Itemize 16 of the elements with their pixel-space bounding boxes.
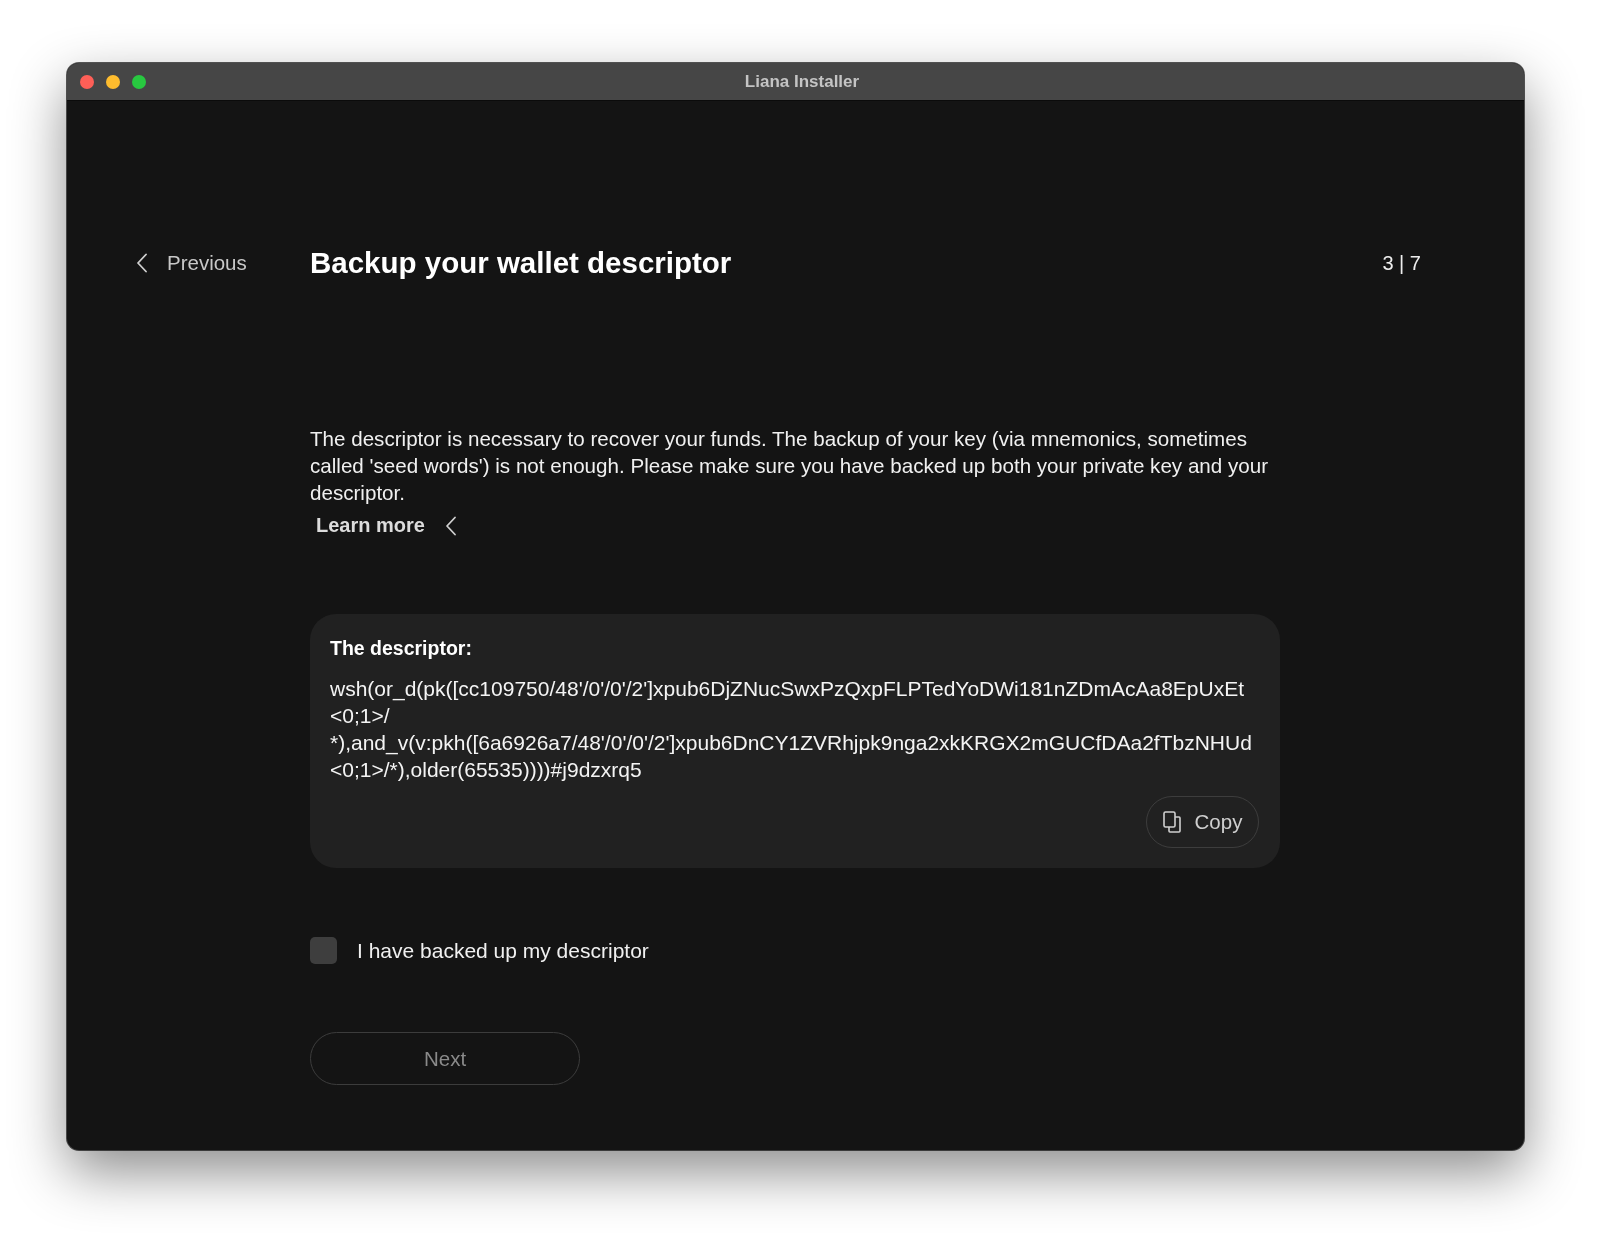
checkbox-label: I have backed up my descriptor [357, 938, 649, 963]
intro-paragraph: The descriptor is necessary to recover your funds. The backup of your key (via mnemonics, sometimes called 'seed words') is not enough. Please make sure you have backed up both your private key and your descriptor. [310, 426, 1270, 506]
window-title: Liana Installer [744, 71, 860, 92]
learn-more-link[interactable]: Learn more [316, 512, 457, 539]
close-icon[interactable] [80, 74, 94, 89]
zoom-icon[interactable] [132, 74, 146, 89]
previous-button[interactable]: Previous [136, 251, 247, 275]
chevron-left-icon [136, 253, 148, 273]
chevron-left-icon [444, 515, 457, 536]
page-title: Backup your wallet descriptor [310, 245, 732, 281]
step-counter: 3 | 7 [1382, 251, 1421, 275]
minimize-icon[interactable] [106, 74, 120, 89]
copy-icon [1162, 811, 1181, 833]
descriptor-text: wsh(or_d(pk([cc109750/48'/0'/0'/2']xpub6DjZNucSwxPzQxpFLPTedYoDWi181nZDmAcAa8EpUxEt <0;1>/ *),and_v(v:pkh([6a6926a7/48'/0'/0'/2']xpub6DnCY1ZVRhjpk9nga2xkKRGX2mGUCfDAa2fTbzNHUd <0;1>/*),older(65535))))#j9dzxrq5 [330, 676, 1252, 783]
checkbox[interactable] [310, 937, 337, 964]
descriptor-label: The descriptor: [330, 637, 472, 659]
